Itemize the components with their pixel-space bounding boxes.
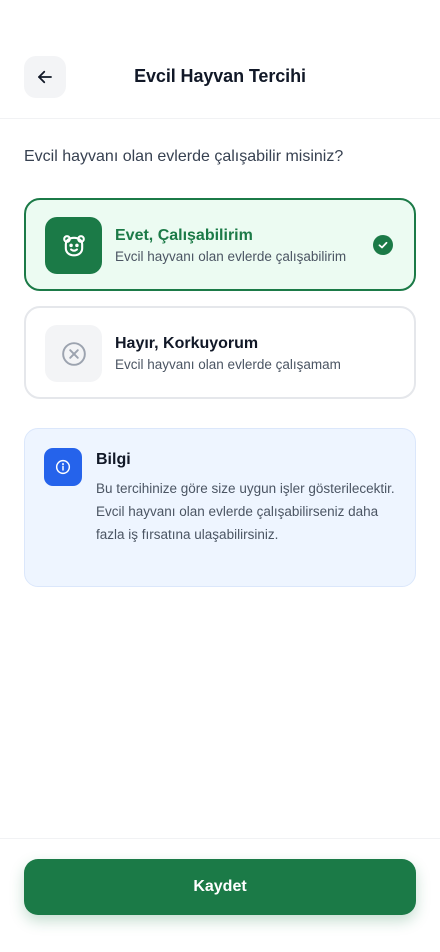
info-title: Bilgi [96, 451, 131, 468]
option-yes-subtitle: Evcil hayvanı olan evlerde çalışabilirim [115, 249, 347, 264]
x-circle-icon [45, 325, 102, 382]
pet-preference-screen: Evcil Hayvan Tercihi Evcil hayvanı olan … [0, 0, 440, 952]
option-yes[interactable]: Evet, Çalışabilirim Evcil hayvanı olan e… [24, 198, 416, 291]
info-icon [44, 448, 82, 486]
save-button[interactable]: Kaydet [24, 859, 416, 915]
header: Evcil Hayvan Tercihi [0, 0, 440, 119]
question-text: Evcil hayvanı olan evlerde çalışabilir m… [24, 148, 344, 165]
option-no-subtitle: Evcil hayvanı olan evlerde çalışamam [115, 357, 341, 372]
footer: Kaydet [0, 838, 440, 952]
option-yes-title: Evet, Çalışabilirim [115, 227, 253, 244]
info-text: Bu tercihinize göre size uygun işler gös… [96, 481, 395, 542]
option-no-title: Hayır, Korkuyorum [115, 335, 259, 352]
pet-face-icon [45, 217, 102, 274]
check-circle-icon [373, 235, 393, 255]
info-box: Bilgi Bu tercihinize göre size uygun işl… [24, 428, 416, 587]
page-title: Evcil Hayvan Tercihi [134, 66, 306, 86]
option-no[interactable]: Hayır, Korkuyorum Evcil hayvanı olan evl… [24, 306, 416, 399]
